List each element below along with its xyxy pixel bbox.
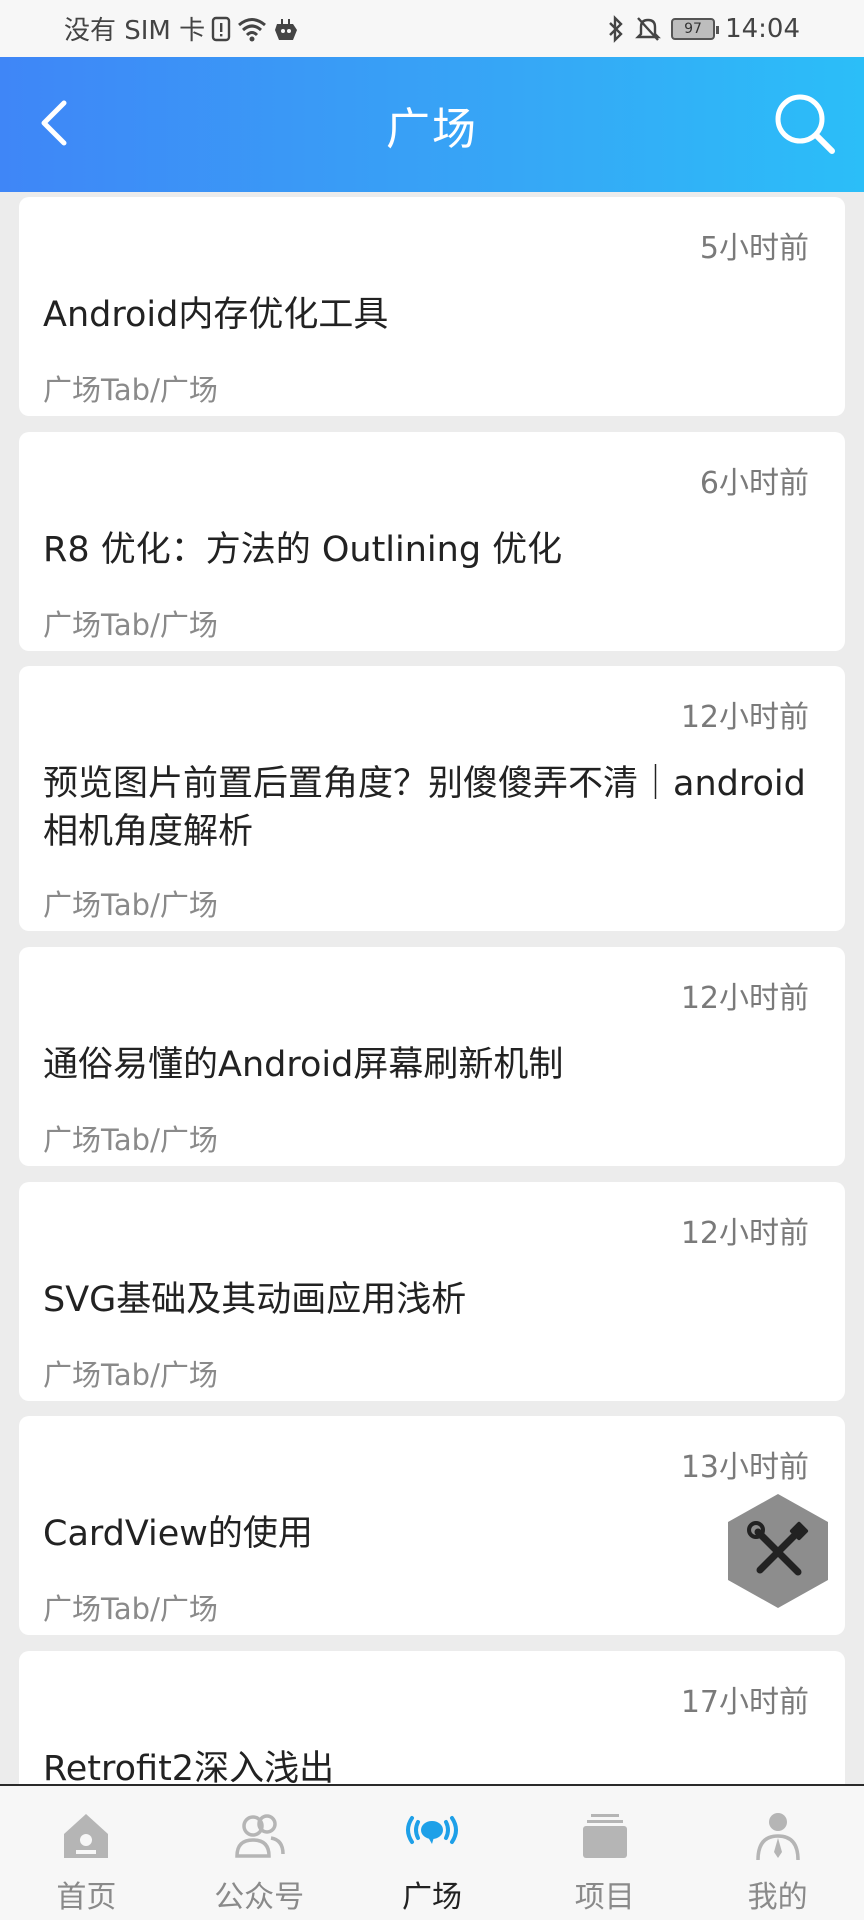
tools-fab[interactable] bbox=[722, 1490, 834, 1612]
article-time: 5小时前 bbox=[699, 231, 809, 266]
screen: 没有 SIM 卡 97 14:04 广场 5小时前 Android内存优化工具 … bbox=[0, 0, 864, 1920]
nav-label-mine: 我的 bbox=[747, 1880, 808, 1915]
article-card[interactable]: 6小时前 R8 优化：方法的 Outlining 优化 广场Tab/广场 bbox=[19, 432, 845, 651]
article-time: 6小时前 bbox=[699, 466, 809, 501]
article-title[interactable]: R8 优化：方法的 Outlining 优化 bbox=[43, 526, 815, 574]
article-card[interactable]: 5小时前 Android内存优化工具 广场Tab/广场 bbox=[19, 197, 845, 416]
article-time: 12小时前 bbox=[680, 1216, 809, 1251]
back-button[interactable] bbox=[28, 93, 88, 153]
battery-indicator: 97 bbox=[671, 17, 720, 40]
bottom-nav: 首页 公众号 广场 项目 我的 bbox=[0, 1784, 864, 1920]
broadcast-chat-icon bbox=[405, 1816, 458, 1844]
article-time: 12小时前 bbox=[680, 700, 809, 735]
article-card[interactable]: 12小时前 SVG基础及其动画应用浅析 广场Tab/广场 bbox=[19, 1182, 845, 1401]
article-tag[interactable]: 广场Tab/广场 bbox=[43, 367, 218, 409]
article-card[interactable]: 12小时前 预览图片前置后置角度？别傻傻弄不清｜android相机角度解析 广场… bbox=[19, 666, 845, 931]
article-title[interactable]: CardView的使用 bbox=[43, 1510, 815, 1558]
article-tag[interactable]: 广场Tab/广场 bbox=[43, 1352, 218, 1394]
stack-icon bbox=[582, 1814, 627, 1858]
bell-muted-icon bbox=[635, 16, 661, 41]
article-time: 13小时前 bbox=[680, 1450, 809, 1485]
nav-item-official-accounts[interactable]: 公众号 bbox=[173, 1786, 346, 1920]
clock-text: 14:04 bbox=[725, 13, 800, 44]
nav-item-mine[interactable]: 我的 bbox=[691, 1786, 864, 1920]
home-icon bbox=[64, 1814, 109, 1858]
article-tag[interactable]: 广场Tab/广场 bbox=[43, 1117, 218, 1159]
nav-item-square[interactable]: 广场 bbox=[346, 1786, 519, 1920]
app-bar: 广场 bbox=[0, 57, 864, 192]
article-tag[interactable]: 广场Tab/广场 bbox=[43, 1586, 218, 1628]
search-icon bbox=[775, 94, 835, 154]
article-card[interactable]: 17小时前 Retrofit2深入浅出 bbox=[19, 1651, 845, 1784]
people-icon bbox=[235, 1814, 285, 1858]
nav-item-home[interactable]: 首页 bbox=[0, 1786, 173, 1920]
article-tag[interactable]: 广场Tab/广场 bbox=[43, 602, 218, 644]
article-title[interactable]: SVG基础及其动画应用浅析 bbox=[43, 1276, 815, 1324]
nav-item-projects[interactable]: 项目 bbox=[518, 1786, 691, 1920]
status-left: 没有 SIM 卡 bbox=[64, 0, 299, 57]
sim-alert-icon bbox=[211, 16, 231, 41]
article-tag[interactable]: 广场Tab/广场 bbox=[43, 882, 218, 924]
carrier-text: 没有 SIM 卡 bbox=[64, 16, 206, 46]
article-title[interactable]: Retrofit2深入浅出 bbox=[43, 1745, 815, 1784]
chevron-left-icon bbox=[41, 100, 67, 146]
article-title[interactable]: 预览图片前置后置角度？别傻傻弄不清｜android相机角度解析 bbox=[43, 760, 815, 856]
article-time: 17小时前 bbox=[680, 1685, 809, 1720]
page-title: 广场 bbox=[386, 103, 478, 155]
article-title[interactable]: 通俗易懂的Android屏幕刷新机制 bbox=[43, 1041, 815, 1089]
nav-label-home: 首页 bbox=[56, 1880, 117, 1915]
nav-label-official-accounts: 公众号 bbox=[214, 1880, 305, 1915]
status-right: 97 14:04 bbox=[607, 0, 800, 57]
person-icon bbox=[755, 1813, 800, 1861]
wifi-icon bbox=[238, 17, 267, 41]
robot-notification-icon bbox=[275, 18, 298, 40]
bluetooth-icon bbox=[609, 14, 623, 43]
tools-icon bbox=[728, 1494, 828, 1608]
battery-level: 97 bbox=[684, 20, 702, 37]
search-button[interactable] bbox=[770, 89, 840, 159]
article-title[interactable]: Android内存优化工具 bbox=[43, 291, 815, 339]
nav-label-projects: 项目 bbox=[574, 1880, 635, 1915]
status-bar: 没有 SIM 卡 97 14:04 bbox=[0, 0, 864, 57]
nav-label-square: 广场 bbox=[401, 1880, 462, 1915]
article-time: 12小时前 bbox=[680, 981, 809, 1016]
article-card[interactable]: 12小时前 通俗易懂的Android屏幕刷新机制 广场Tab/广场 bbox=[19, 947, 845, 1166]
